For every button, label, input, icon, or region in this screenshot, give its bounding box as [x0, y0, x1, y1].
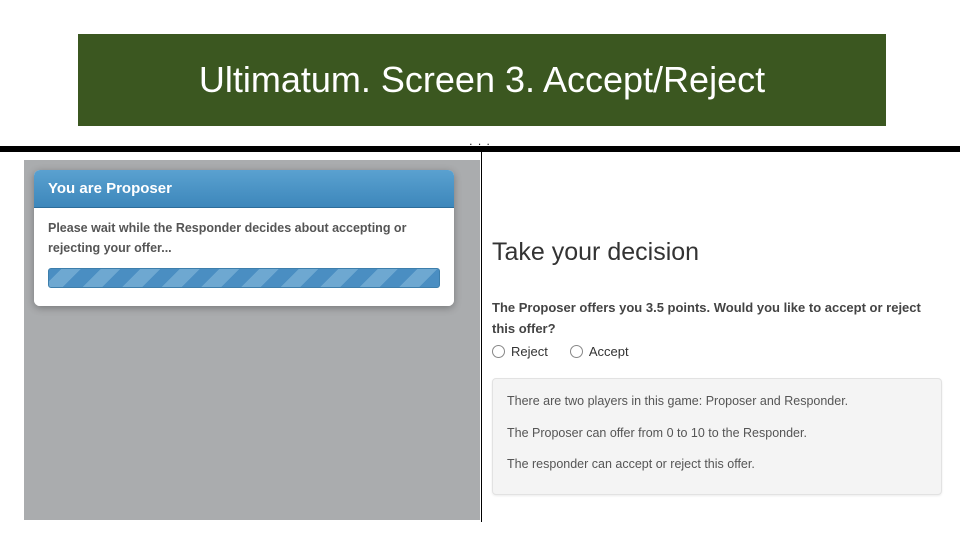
- responder-question: The Proposer offers you 3.5 points. Woul…: [492, 298, 932, 340]
- proposer-card-body: Please wait while the Responder decides …: [34, 208, 454, 306]
- proposer-wait-text: Please wait while the Responder decides …: [48, 218, 440, 258]
- separator-bar: [0, 146, 960, 152]
- info-line-2: The Proposer can offer from 0 to 10 to t…: [507, 425, 927, 443]
- slide-title: Ultimatum. Screen 3. Accept/Reject: [199, 59, 765, 101]
- info-line-3: The responder can accept or reject this …: [507, 456, 927, 474]
- vertical-divider: [481, 152, 482, 522]
- proposer-card: You are Proposer Please wait while the R…: [34, 170, 454, 306]
- reject-option[interactable]: Reject: [492, 344, 548, 359]
- proposer-panel: You are Proposer Please wait while the R…: [24, 160, 480, 520]
- decision-options: Reject Accept: [492, 344, 629, 359]
- progress-bar: [48, 268, 440, 288]
- info-line-1: There are two players in this game: Prop…: [507, 393, 927, 411]
- accept-label: Accept: [589, 344, 629, 359]
- accept-option[interactable]: Accept: [570, 344, 629, 359]
- radio-icon[interactable]: [570, 345, 583, 358]
- responder-heading: Take your decision: [492, 238, 699, 267]
- reject-label: Reject: [511, 344, 548, 359]
- radio-icon[interactable]: [492, 345, 505, 358]
- game-info-box: There are two players in this game: Prop…: [492, 378, 942, 495]
- proposer-role-header: You are Proposer: [34, 170, 454, 208]
- responder-panel: Take your decision The Proposer offers y…: [492, 160, 948, 530]
- slide-header: Ultimatum. Screen 3. Accept/Reject: [78, 34, 886, 126]
